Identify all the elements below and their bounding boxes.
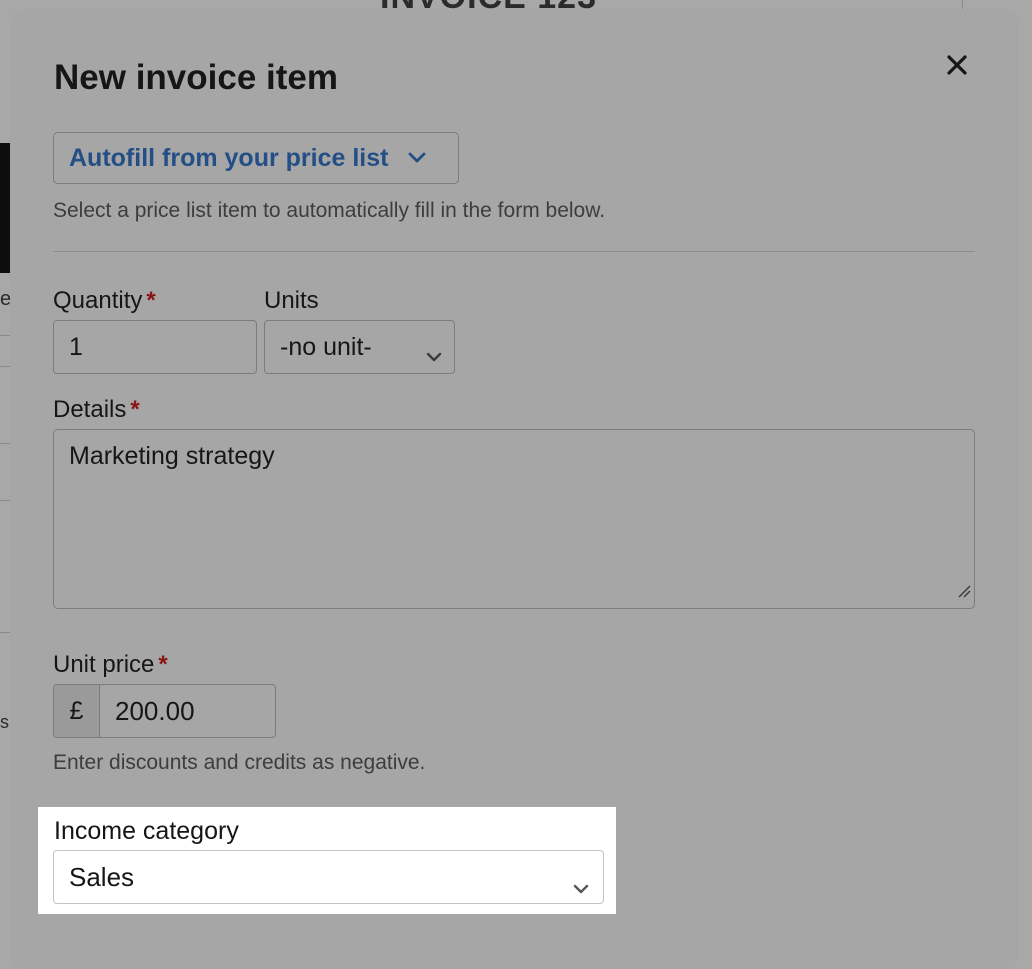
background-divider (0, 632, 10, 633)
unit-price-value: 200.00 (115, 695, 195, 726)
quantity-label: Quantity * (53, 287, 156, 315)
units-label: Units (264, 287, 319, 314)
units-selected-value: -no unit- (280, 332, 372, 361)
currency-symbol: £ (54, 685, 100, 737)
income-category-selected-value: Sales (69, 861, 135, 892)
chevron-down-icon (426, 341, 442, 370)
resize-handle-icon[interactable] (957, 576, 971, 605)
autofill-label: Autofill from your price list (69, 143, 389, 172)
quantity-label-text: Quantity (53, 287, 143, 314)
quantity-input[interactable]: 1 (53, 320, 257, 374)
required-indicator: * (146, 287, 156, 314)
background-divider (0, 500, 10, 501)
close-icon (947, 55, 967, 75)
details-label: Details * (53, 396, 140, 424)
units-select[interactable]: -no unit- (264, 320, 455, 374)
income-category-label: Income category (54, 817, 239, 845)
unit-price-label-text: Unit price (53, 651, 155, 678)
unit-price-input[interactable]: 200.00 (100, 685, 275, 737)
details-textarea[interactable]: Marketing strategy (53, 429, 975, 609)
background-divider (0, 443, 10, 444)
quantity-value: 1 (69, 332, 83, 361)
new-invoice-item-modal: New invoice item Autofill from your pric… (10, 9, 1018, 969)
details-label-text: Details (53, 396, 127, 423)
required-indicator: * (158, 651, 168, 678)
chevron-down-icon (573, 871, 589, 902)
chevron-down-icon (408, 152, 426, 164)
close-button[interactable] (943, 51, 971, 79)
required-indicator: * (130, 396, 140, 423)
unit-price-help-text: Enter discounts and credits as negative. (53, 751, 426, 774)
income-category-section: Income category Sales (38, 807, 616, 914)
section-divider (53, 251, 975, 252)
background-divider (0, 366, 10, 367)
unit-price-input-group: £ 200.00 (53, 684, 276, 738)
background-image-fragment (0, 143, 10, 273)
background-divider (0, 335, 10, 336)
unit-price-label: Unit price * (53, 651, 168, 679)
autofill-price-list-dropdown[interactable]: Autofill from your price list (53, 132, 459, 184)
background-text-fragment: s (0, 712, 9, 732)
income-category-select[interactable]: Sales (53, 850, 604, 904)
details-value: Marketing strategy (69, 442, 275, 470)
modal-title: New invoice item (54, 58, 338, 97)
autofill-help-text: Select a price list item to automaticall… (53, 199, 606, 222)
